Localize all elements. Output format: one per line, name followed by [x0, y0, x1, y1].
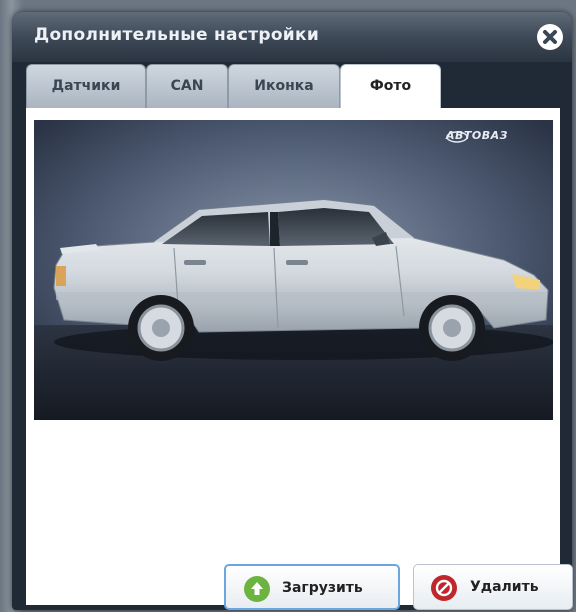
car-image: [34, 120, 553, 420]
tab-label: Датчики: [51, 78, 121, 94]
tab-content-photo: АВТОВАЗ Загрузить Удалить: [26, 108, 573, 610]
dialog-title: Дополнительные настройки: [34, 25, 320, 45]
tab-label: CAN: [170, 78, 204, 94]
tab-label: Фото: [369, 78, 412, 94]
tab-strip: Датчики CAN Иконка Фото: [26, 64, 558, 110]
dialog-titlebar[interactable]: Дополнительные настройки: [12, 12, 572, 62]
tab-sensors[interactable]: Датчики: [26, 64, 146, 108]
tab-can[interactable]: CAN: [146, 64, 228, 108]
settings-dialog: Дополнительные настройки Датчики CAN Ико…: [12, 12, 573, 610]
tab-icon[interactable]: Иконка: [228, 64, 340, 108]
delete-forbidden-icon: [431, 575, 457, 601]
tab-photo[interactable]: Фото: [340, 64, 441, 110]
upload-button[interactable]: Загрузить: [224, 564, 400, 610]
vehicle-photo: АВТОВАЗ: [34, 120, 553, 420]
brand-watermark: АВТОВАЗ: [446, 129, 508, 142]
delete-label: Удалить: [470, 579, 539, 595]
close-icon: [543, 30, 557, 44]
delete-button[interactable]: Удалить: [413, 564, 573, 610]
close-button[interactable]: [537, 24, 563, 50]
upload-arrow-icon: [244, 576, 270, 602]
tab-label: Иконка: [254, 78, 314, 94]
upload-label: Загрузить: [282, 580, 363, 596]
